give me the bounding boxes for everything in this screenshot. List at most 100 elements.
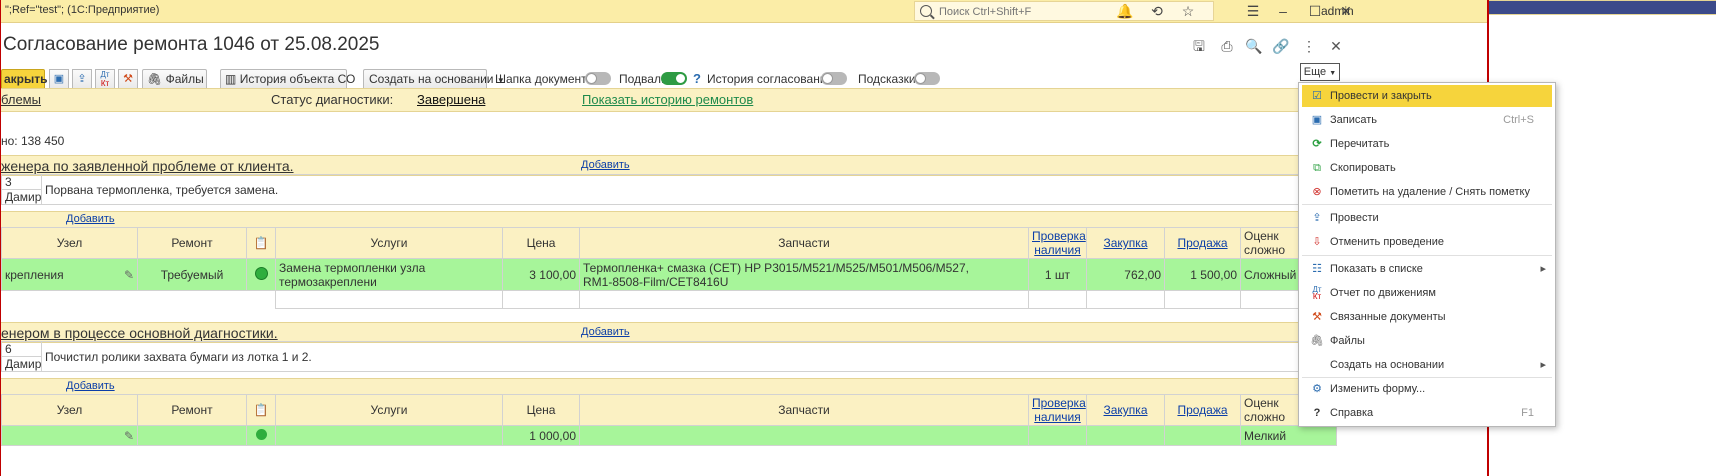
comment-author: Дамир: [1, 356, 42, 372]
hints-toggle[interactable]: [914, 72, 940, 85]
pencil-icon[interactable]: ✎: [124, 268, 134, 282]
cell-purchase[interactable]: [1086, 425, 1165, 446]
post-icon[interactable]: ⇪: [72, 69, 92, 90]
cell-parts[interactable]: Термопленка+ смазка (CET) HP P3015/M521/…: [579, 258, 1029, 291]
star-icon[interactable]: ☆: [1179, 2, 1197, 20]
menu-item-post-and-close[interactable]: ☑ Провести и закрыть: [1302, 85, 1552, 107]
problems-link[interactable]: блемы: [1, 92, 41, 107]
close-form-icon[interactable]: ✕: [1326, 36, 1346, 56]
col-sale[interactable]: Продажа: [1164, 394, 1241, 426]
cell-complexity[interactable]: Мелкий: [1240, 425, 1337, 446]
history-icon[interactable]: ⟲: [1148, 2, 1166, 20]
co-history-button[interactable]: ▥ История объекта СО: [220, 69, 355, 90]
cell-price[interactable]: 3 100,00: [502, 258, 580, 291]
cell-node[interactable]: ✎: [1, 425, 138, 446]
cell-services[interactable]: Замена термопленки узла термозакреплени: [275, 258, 503, 291]
global-search[interactable]: [914, 1, 1214, 21]
cell-services[interactable]: [275, 425, 503, 446]
preview-icon[interactable]: 🔍: [1244, 36, 1264, 56]
menu-item-save[interactable]: ▣ Записать Ctrl+S: [1302, 109, 1552, 131]
menu-item-unpost[interactable]: ⇩ Отменить проведение: [1302, 231, 1552, 253]
more-button[interactable]: Еще ▼: [1300, 63, 1340, 81]
toggle-knob: [586, 73, 597, 84]
col-services: Услуги: [275, 227, 503, 259]
menu-item-change-form[interactable]: ⚙ Изменить форму...: [1302, 378, 1552, 400]
menu-item-show-in-list[interactable]: ☷ Показать в списке ▸: [1302, 258, 1552, 280]
show-repair-history-link[interactable]: Показать историю ремонтов: [582, 92, 753, 107]
header-toggle[interactable]: [585, 72, 611, 85]
add-link[interactable]: Добавить: [66, 380, 115, 392]
cell-purchase[interactable]: 762,00: [1086, 258, 1165, 291]
more-actions-menu[interactable]: ☑ Провести и закрыть ▣ Записать Ctrl+S ⟳…: [1298, 82, 1556, 427]
footer-toggle[interactable]: [661, 72, 687, 85]
maximize-icon[interactable]: ☐: [1306, 2, 1324, 20]
bell-icon[interactable]: 🔔: [1116, 2, 1134, 20]
pencil-icon[interactable]: ✎: [124, 429, 134, 443]
col-availability-line1: Проверка: [1032, 396, 1086, 410]
comment-text[interactable]: Почистил ролики захвата бумаги из лотка …: [41, 341, 1336, 372]
menu-item-create-based[interactable]: Создать на основании ▸: [1302, 354, 1552, 376]
minimize-icon[interactable]: –: [1274, 2, 1292, 20]
cell-qty[interactable]: [1028, 425, 1087, 446]
add-link[interactable]: Добавить: [581, 326, 630, 338]
section-title[interactable]: женера по заявленной проблеме от клиента…: [1, 158, 294, 174]
col-availability-line2: наличия: [1034, 243, 1081, 257]
link-icon[interactable]: 🔗: [1271, 36, 1291, 56]
cell-node[interactable]: крепления ✎: [1, 258, 138, 291]
approval-history-toggle[interactable]: [821, 72, 847, 85]
section-title[interactable]: енером в процессе основной диагностики.: [1, 325, 278, 341]
col-purchase-label: Закупка: [1103, 236, 1148, 250]
menu-item-post[interactable]: ⇪ Провести: [1302, 207, 1552, 229]
cell-parts[interactable]: [579, 425, 1029, 446]
help-icon[interactable]: ?: [693, 71, 701, 86]
close-window-icon[interactable]: ✕: [1337, 2, 1355, 20]
menu-item-help[interactable]: ? Справка F1: [1302, 402, 1552, 424]
cell-qty[interactable]: 1 шт: [1028, 258, 1087, 291]
col-availability[interactable]: Проверка наличия: [1028, 227, 1087, 259]
cell-sale[interactable]: [1164, 425, 1241, 446]
post-and-close-button[interactable]: акрыть: [1, 69, 48, 90]
menu-item-label: Пометить на удаление / Снять пометку: [1330, 186, 1530, 198]
menu-item-reread[interactable]: ⟳ Перечитать: [1302, 133, 1552, 155]
save-icon[interactable]: 🖫: [1189, 36, 1209, 56]
settings-menu-icon[interactable]: ☰: [1244, 2, 1262, 20]
menu-item-movements-report[interactable]: Дт Кт Отчет по движениям: [1302, 282, 1552, 304]
col-icon: 📋: [246, 394, 276, 426]
cell-repair[interactable]: Требуемый: [137, 258, 247, 291]
title-bar: ";Ref="test"; (1С:Предприятие) 🔔 ⟲ ☆ adm…: [1, 0, 1487, 23]
comment-text[interactable]: Порвана термопленка, требуется замена.: [41, 174, 1336, 205]
col-sale[interactable]: Продажа: [1164, 227, 1241, 259]
menu-item-label: Изменить форму...: [1330, 383, 1426, 395]
col-availability[interactable]: Проверка наличия: [1028, 394, 1087, 426]
related-docs-icon[interactable]: ⚒: [118, 69, 138, 90]
print-icon[interactable]: ⎙: [1217, 36, 1237, 56]
table-row[interactable]: ✎ 1 000,00 Мелкий: [1, 425, 1337, 446]
diagnostics-status-value[interactable]: Завершена: [417, 92, 485, 107]
menu-item-files[interactable]: 🖇 Файлы: [1302, 330, 1552, 352]
cell-sale[interactable]: 1 500,00: [1164, 258, 1241, 291]
post-close-icon: ☑: [1312, 90, 1322, 102]
files-button[interactable]: 🖇 Файлы: [142, 69, 207, 90]
cell-price[interactable]: 1 000,00: [502, 425, 580, 446]
col-node: Узел: [1, 227, 138, 259]
col-sale-label: Продажа: [1177, 236, 1228, 250]
menu-item-copy[interactable]: ⧉ Скопировать: [1302, 157, 1552, 179]
service-line1: Замена термопленки узла: [279, 260, 426, 275]
col-purchase[interactable]: Закупка: [1086, 394, 1165, 426]
cell-repair[interactable]: [137, 425, 247, 446]
save-doc-icon[interactable]: ▣: [49, 69, 69, 90]
search-input[interactable]: [937, 4, 1211, 20]
menu-item-mark-delete[interactable]: ⊗ Пометить на удаление / Снять пометку: [1302, 181, 1552, 203]
dt-kt-icon[interactable]: Дт Кт: [95, 69, 115, 90]
more-vert-icon[interactable]: ⋮: [1299, 36, 1319, 56]
create-based-on-dropdown[interactable]: Создать на основании ▼: [363, 69, 505, 90]
menu-item-related-docs[interactable]: ⚒ Связанные документы: [1302, 306, 1552, 328]
col-complexity-line2: сложно: [1244, 243, 1286, 257]
app-window: ";Ref="test"; (1С:Предприятие) 🔔 ⟲ ☆ adm…: [0, 0, 1488, 476]
hints-label: Подсказки:: [858, 72, 919, 86]
menu-item-label: Перечитать: [1330, 138, 1390, 150]
add-link[interactable]: Добавить: [581, 159, 630, 171]
add-link[interactable]: Добавить: [66, 213, 115, 225]
table-row[interactable]: крепления ✎ Требуемый Замена термопленки …: [1, 258, 1337, 291]
col-purchase[interactable]: Закупка: [1086, 227, 1165, 259]
